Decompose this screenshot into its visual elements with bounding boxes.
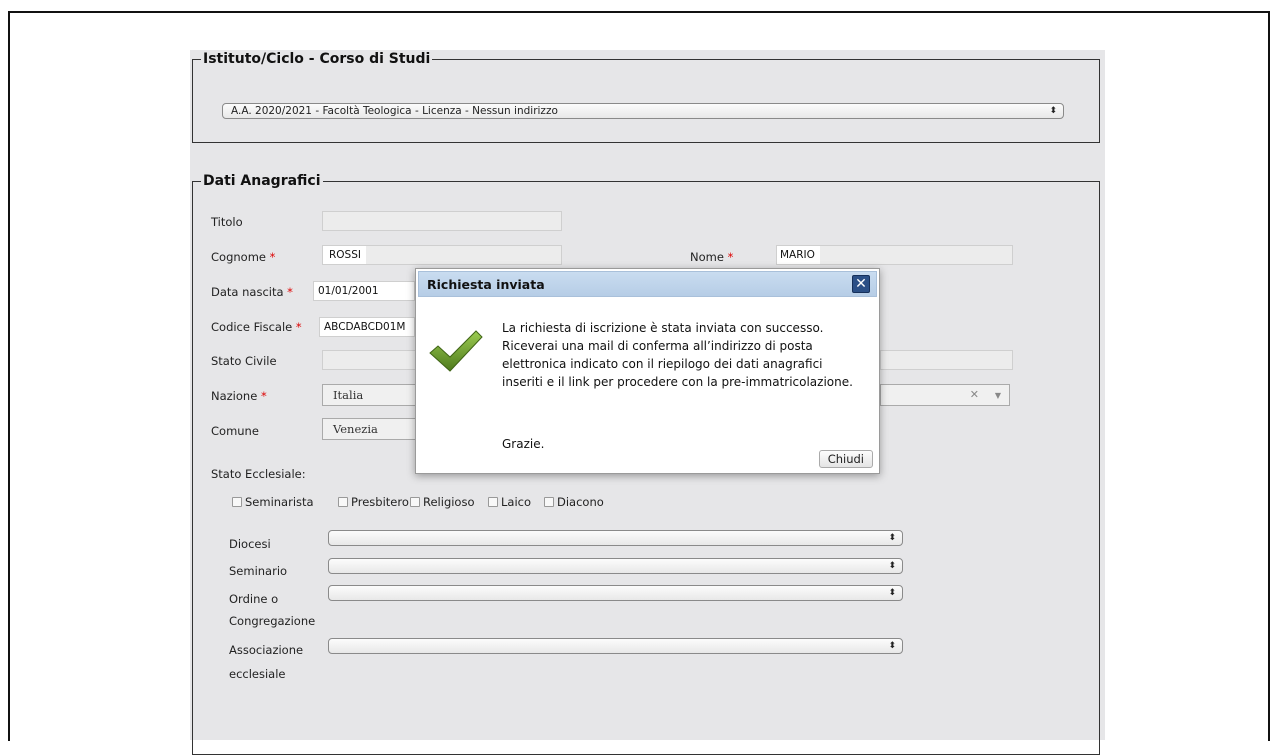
checkbox-label: Laico bbox=[501, 495, 532, 509]
codice-fiscale-label: Codice Fiscale * bbox=[211, 320, 302, 334]
nazione-label-text: Nazione bbox=[211, 389, 258, 403]
select-arrows-icon: ⬍ bbox=[888, 561, 896, 571]
checkbox-laico[interactable]: Laico bbox=[488, 495, 531, 509]
required-mark: * bbox=[260, 389, 267, 403]
course-legend: Istituto/Ciclo - Corso di Studi bbox=[203, 51, 431, 67]
required-mark: * bbox=[269, 250, 276, 264]
checkbox-box[interactable] bbox=[544, 497, 554, 507]
required-mark: * bbox=[727, 250, 734, 264]
nome-label: Nome * bbox=[690, 250, 733, 264]
success-dialog: Richiesta inviata ✕ La richiesta di iscr… bbox=[415, 268, 880, 474]
seminario-select[interactable]: ⬍ bbox=[328, 558, 903, 574]
stato-civile-label: Stato Civile bbox=[211, 354, 277, 368]
course-fieldset: Istituto/Ciclo - Corso di Studi bbox=[192, 51, 1100, 143]
stato-civile-select[interactable] bbox=[322, 350, 416, 370]
select-arrows-icon: ⬍ bbox=[888, 533, 896, 543]
stato-ecclesiale-label: Stato Ecclesiale: bbox=[211, 467, 306, 481]
stato-civile-extra-field[interactable] bbox=[880, 350, 1013, 370]
associazione-select[interactable]: ⬍ bbox=[328, 638, 903, 654]
personal-data-legend: Dati Anagrafici bbox=[203, 173, 321, 189]
ordine-select[interactable]: ⬍ bbox=[328, 585, 903, 601]
checkbox-label: Presbitero bbox=[351, 495, 409, 509]
titolo-label: Titolo bbox=[211, 215, 243, 229]
checkbox-box[interactable] bbox=[488, 497, 498, 507]
checkbox-box[interactable] bbox=[410, 497, 420, 507]
comune-label: Comune bbox=[211, 424, 259, 438]
associazione-label-line2: ecclesiale bbox=[229, 667, 286, 681]
comune-combobox[interactable]: Venezia bbox=[322, 418, 416, 440]
diocesi-label: Diocesi bbox=[229, 537, 271, 551]
seminario-label: Seminario bbox=[229, 564, 288, 578]
cognome-value: ROSSI bbox=[323, 246, 366, 264]
data-nascita-input[interactable]: 01/01/2001 bbox=[313, 281, 415, 301]
checkbox-box[interactable] bbox=[232, 497, 242, 507]
dialog-header: Richiesta inviata ✕ bbox=[418, 271, 877, 297]
dropdown-arrow-icon[interactable]: ▼ bbox=[995, 386, 1001, 406]
checkbox-label: Religioso bbox=[423, 495, 475, 509]
cognome-input[interactable]: ROSSI bbox=[322, 245, 562, 265]
nome-label-text: Nome bbox=[690, 250, 724, 264]
cognome-label: Cognome * bbox=[211, 250, 275, 264]
checkbox-box[interactable] bbox=[338, 497, 348, 507]
codice-fiscale-input[interactable]: ABCDABCD01M bbox=[319, 317, 415, 337]
checkbox-label: Diacono bbox=[557, 495, 604, 509]
checkmark-icon bbox=[428, 329, 484, 376]
select-arrows-icon: ⬍ bbox=[888, 641, 896, 651]
data-nascita-label-text: Data nascita bbox=[211, 285, 284, 299]
required-mark: * bbox=[287, 285, 293, 299]
dialog-title: Richiesta inviata bbox=[427, 277, 545, 292]
nazione-label: Nazione * bbox=[211, 389, 267, 403]
codice-fiscale-label-text: Codice Fiscale bbox=[211, 320, 293, 334]
nome-value: MARIO bbox=[777, 246, 820, 264]
clear-icon[interactable]: ✕ bbox=[970, 385, 979, 405]
select-arrows-icon: ⬍ bbox=[1049, 106, 1057, 116]
checkbox-diacono[interactable]: Diacono bbox=[544, 495, 604, 509]
checkbox-religioso[interactable]: Religioso bbox=[410, 495, 475, 509]
course-select-value: A.A. 2020/2021 - Facoltà Teologica - Lic… bbox=[231, 105, 558, 117]
combobox-right[interactable]: ✕ ▼ bbox=[880, 384, 1010, 406]
nazione-combobox[interactable]: Italia bbox=[322, 384, 416, 406]
dialog-thanks: Grazie. bbox=[502, 437, 545, 451]
titolo-input[interactable] bbox=[322, 211, 562, 231]
select-arrows-icon: ⬍ bbox=[888, 588, 896, 598]
course-select[interactable]: A.A. 2020/2021 - Facoltà Teologica - Lic… bbox=[222, 103, 1064, 119]
close-icon[interactable]: ✕ bbox=[852, 275, 870, 293]
checkbox-label: Seminarista bbox=[245, 495, 314, 509]
data-nascita-label: Data nascita * bbox=[211, 285, 293, 299]
nome-input[interactable]: MARIO bbox=[776, 245, 1013, 265]
associazione-label-line1: Associazione bbox=[229, 643, 304, 657]
cognome-label-text: Cognome bbox=[211, 250, 266, 264]
diocesi-select[interactable]: ⬍ bbox=[328, 530, 903, 546]
close-button[interactable]: Chiudi bbox=[818, 450, 873, 468]
ordine-label-line1: Ordine o bbox=[229, 592, 279, 606]
dialog-message: La richiesta di iscrizione è stata invia… bbox=[502, 321, 853, 389]
checkbox-seminarista[interactable]: Seminarista bbox=[232, 495, 314, 509]
checkbox-presbitero[interactable]: Presbitero bbox=[338, 495, 409, 509]
ordine-label-line2: Congregazione bbox=[229, 614, 316, 628]
required-mark: * bbox=[295, 320, 302, 334]
